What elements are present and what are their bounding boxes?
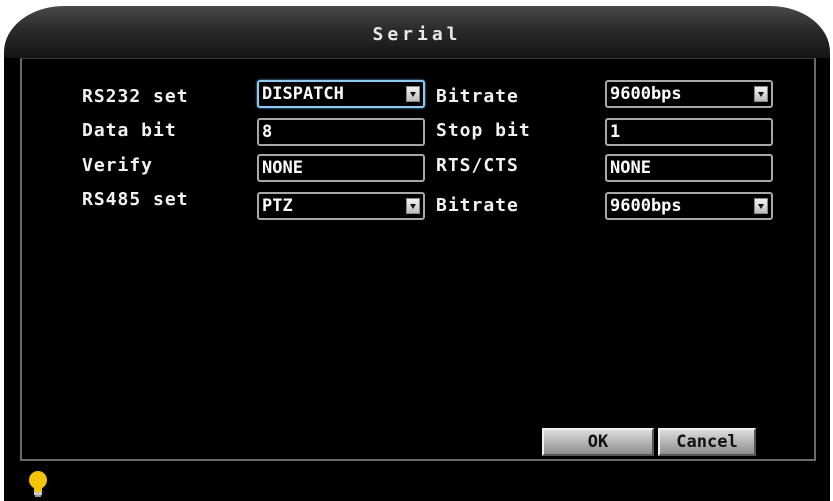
chevron-down-icon[interactable]: [754, 198, 768, 214]
bitrate-1-select[interactable]: 9600bps: [605, 80, 773, 108]
stop-bit-value: 1: [610, 122, 621, 142]
rts-cts-field[interactable]: NONE: [605, 154, 773, 182]
rs232-set-select[interactable]: DISPATCH: [257, 80, 425, 108]
rs232-set-label: RS232 set: [82, 86, 189, 107]
bitrate-2-value: 9600bps: [610, 196, 682, 216]
cancel-button[interactable]: Cancel: [658, 428, 756, 456]
rs232-set-value: DISPATCH: [262, 84, 344, 104]
dialog-title: Serial: [372, 24, 462, 45]
status-bar: [4, 466, 830, 501]
serial-dialog: Serial RS232 set DISPATCH Bitrate 9600bp…: [0, 0, 833, 501]
verify-label: Verify: [82, 155, 154, 176]
chevron-down-icon[interactable]: [754, 86, 768, 102]
settings-panel: RS232 set DISPATCH Bitrate 9600bps Data …: [4, 58, 830, 466]
data-bit-value: 8: [262, 122, 273, 142]
bitrate-1-label: Bitrate: [436, 86, 519, 107]
rts-cts-label: RTS/CTS: [436, 155, 519, 176]
rs485-set-label: RS485 set: [82, 189, 189, 210]
chevron-down-icon[interactable]: [406, 86, 420, 102]
bitrate-2-label: Bitrate: [436, 195, 519, 216]
chevron-down-icon[interactable]: [406, 198, 420, 214]
stop-bit-field[interactable]: 1: [605, 118, 773, 146]
verify-value: NONE: [262, 158, 303, 178]
data-bit-field[interactable]: 8: [257, 118, 425, 146]
rs485-set-select[interactable]: PTZ: [257, 192, 425, 220]
data-bit-label: Data bit: [82, 120, 177, 141]
ok-button[interactable]: OK: [542, 428, 654, 456]
stop-bit-label: Stop bit: [436, 120, 531, 141]
rs485-set-value: PTZ: [262, 196, 293, 216]
verify-field[interactable]: NONE: [257, 154, 425, 182]
bitrate-1-value: 9600bps: [610, 84, 682, 104]
title-bar: Serial: [4, 6, 830, 59]
bitrate-2-select[interactable]: 9600bps: [605, 192, 773, 220]
rts-cts-value: NONE: [610, 158, 651, 178]
lightbulb-icon: [29, 471, 47, 497]
